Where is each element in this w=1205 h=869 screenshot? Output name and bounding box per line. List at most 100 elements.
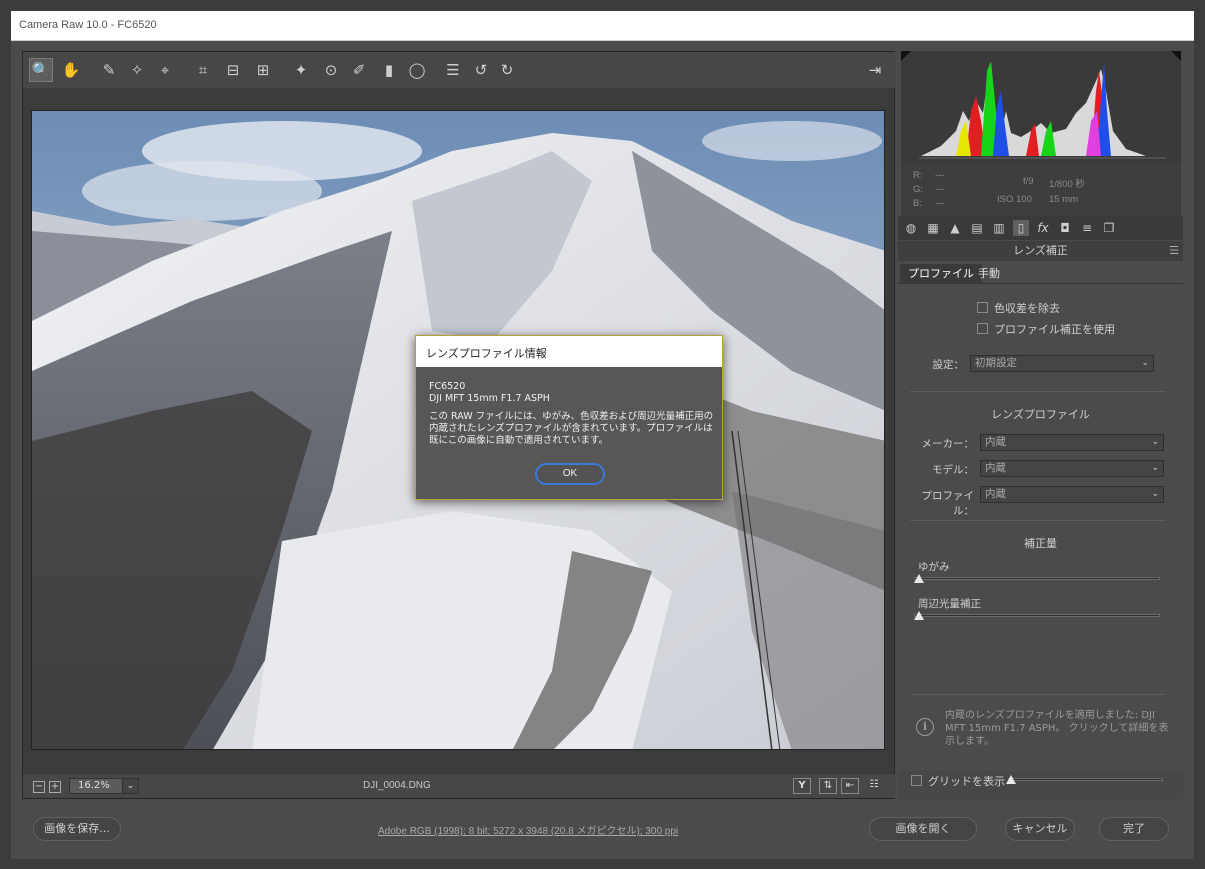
save-image-button[interactable]: 画像を保存... — [33, 817, 121, 841]
graduated-filter-icon[interactable]: ▮ — [377, 58, 401, 82]
profile-applied-note[interactable]: 内蔵のレンズプロファイルを適用しました: DJI MFT 15mm F1.7 A… — [945, 709, 1170, 748]
presets-tab-icon[interactable]: ≡ — [1079, 220, 1095, 236]
swap-settings-icon[interactable]: ⇅ — [819, 778, 837, 794]
panel-tabs: ◍ ▦ ▲ ▤ ▥ ▯ fx ◘ ≡ ❐ — [898, 216, 1183, 240]
preferences-icon[interactable]: ☰ — [441, 58, 465, 82]
checkbox-box — [977, 302, 988, 313]
shadow-clipping-icon — [901, 51, 911, 61]
done-button[interactable]: 完了 — [1099, 817, 1169, 841]
model-select[interactable]: 内蔵 ⌄ — [980, 460, 1164, 477]
use-profile-label: プロファイル補正を使用 — [994, 323, 1115, 336]
chevron-down-icon: ⌄ — [122, 779, 138, 793]
rotate-left-icon[interactable]: ↺ — [469, 58, 493, 82]
dialog-camera: FC6520 — [429, 381, 466, 392]
focal-length: 15 mm — [1049, 194, 1079, 205]
lens-subtabs: プロファイル 手動 — [898, 264, 1183, 284]
g-label: G: — [913, 184, 924, 195]
chevron-down-icon: ⌄ — [1151, 437, 1159, 447]
tab-manual[interactable]: 手動 — [970, 264, 1008, 284]
dialog-lens: DJI MFT 15mm F1.7 ASPH — [429, 393, 550, 404]
iso: ISO 100 — [997, 194, 1032, 205]
show-grid-checkbox[interactable]: グリッドを表示 — [911, 773, 1005, 789]
panel-menu-icon[interactable]: ☰ — [1169, 244, 1179, 257]
copy-settings-icon[interactable]: ⇤ — [841, 778, 859, 794]
vignetting-slider-track[interactable] — [914, 614, 1160, 617]
amount-heading: 補正量 — [1024, 537, 1057, 550]
image-bottom-bar: − + 16.2% ⌄ DJI_0004.DNG Y ⇅ ⇤ ☷ — [23, 774, 896, 798]
g-value: --- — [935, 184, 945, 195]
rotate-right-icon[interactable]: ↻ — [495, 58, 519, 82]
checkbox-box — [977, 323, 988, 334]
open-image-button[interactable]: 画像を開く — [869, 817, 977, 841]
white-balance-tool-icon[interactable]: ✎ — [97, 58, 121, 82]
chevron-down-icon: ⌄ — [1151, 463, 1159, 473]
vignetting-slider-thumb[interactable] — [914, 611, 924, 620]
effects-tab-icon[interactable]: fx — [1035, 220, 1051, 236]
zoom-level-select[interactable]: 16.2% ⌄ — [69, 778, 139, 794]
targeted-adjustment-tool-icon[interactable]: ⌖ — [153, 58, 177, 82]
chevron-down-icon: ⌄ — [1141, 358, 1149, 368]
profile-select[interactable]: 内蔵 ⌄ — [980, 486, 1164, 503]
distortion-slider-track[interactable] — [914, 577, 1160, 580]
before-after-view-icon[interactable]: Y — [793, 778, 811, 794]
title-bar: Camera Raw 10.0 - FC6520 — [11, 11, 1194, 41]
hand-tool-icon[interactable]: ✋ — [59, 58, 83, 82]
setup-select[interactable]: 初期設定 ⌄ — [970, 355, 1154, 372]
zoom-in-button[interactable]: + — [49, 781, 61, 793]
lens-profile-heading: レンズプロファイル — [991, 408, 1090, 421]
distortion-label: ゆがみ — [918, 561, 950, 573]
maker-label: メーカー： — [921, 438, 975, 450]
tone-curve-tab-icon[interactable]: ▦ — [925, 220, 941, 236]
b-value: --- — [935, 198, 945, 209]
hsl-tab-icon[interactable]: ▤ — [969, 220, 985, 236]
remove-ca-label: 色収差を除去 — [994, 302, 1060, 315]
grid-size-slider-thumb[interactable] — [1006, 775, 1016, 784]
lens-profile-info-dialog: レンズプロファイル情報 FC6520 DJI MFT 15mm F1.7 ASP… — [415, 335, 723, 500]
ok-button[interactable]: OK — [535, 463, 605, 485]
setup-label: 設定： — [932, 359, 965, 371]
transform-tool-icon[interactable]: ⊞ — [251, 58, 275, 82]
checkbox-box — [911, 775, 922, 786]
radial-filter-icon[interactable]: ◯ — [405, 58, 429, 82]
remove-ca-checkbox[interactable]: 色収差を除去 — [977, 300, 1060, 316]
divider — [910, 694, 1165, 695]
zoom-tool-icon[interactable]: 🔍 — [29, 58, 53, 82]
profile-label: プロファイル： — [921, 490, 975, 517]
image-info: R: --- G: --- B: --- f/9 1/800 秒 ISO 100… — [901, 164, 1181, 216]
maker-value: 内蔵 — [985, 436, 1006, 448]
dialog-message: この RAW ファイルには、ゆがみ、色収差および周辺光量補正用の内蔵されたレンズ… — [429, 411, 714, 446]
zoom-out-button[interactable]: − — [33, 781, 45, 793]
profile-value: 内蔵 — [985, 488, 1006, 500]
basic-tab-icon[interactable]: ◍ — [903, 220, 919, 236]
lens-corrections-tab-icon[interactable]: ▯ — [1013, 220, 1029, 236]
info-icon: i — [916, 718, 934, 736]
camera-calibration-tab-icon[interactable]: ◘ — [1057, 220, 1073, 236]
adjustment-brush-icon[interactable]: ✐ — [347, 58, 371, 82]
dialog-title: レンズプロファイル情報 — [416, 336, 722, 367]
toggle-settings-icon[interactable]: ☷ — [865, 778, 883, 794]
divider — [910, 520, 1165, 521]
aperture: f/9 — [1023, 176, 1034, 187]
straighten-tool-icon[interactable]: ⊟ — [221, 58, 245, 82]
red-eye-tool-icon[interactable]: ⊙ — [319, 58, 343, 82]
use-profile-checkbox[interactable]: プロファイル補正を使用 — [977, 321, 1115, 337]
workflow-options-link[interactable]: Adobe RGB (1998); 8 bit; 5272 x 3948 (20… — [378, 822, 678, 837]
export-icon[interactable]: ⇥ — [863, 58, 887, 82]
distortion-slider-thumb[interactable] — [914, 574, 924, 583]
model-label: モデル： — [932, 464, 974, 476]
vignetting-label: 周辺光量補正 — [918, 598, 981, 610]
maker-select[interactable]: 内蔵 ⌄ — [980, 434, 1164, 451]
dialog-body: FC6520 DJI MFT 15mm F1.7 ASPH この RAW ファイ… — [429, 381, 714, 447]
snapshots-tab-icon[interactable]: ❐ — [1101, 220, 1117, 236]
detail-tab-icon[interactable]: ▲ — [947, 220, 963, 236]
color-sampler-tool-icon[interactable]: ✧ — [125, 58, 149, 82]
r-label: R: — [913, 170, 923, 181]
filename: DJI_0004.DNG — [363, 780, 431, 791]
crop-tool-icon[interactable]: ⌗ — [191, 58, 215, 82]
window-title: Camera Raw 10.0 - FC6520 — [19, 19, 157, 31]
spot-removal-tool-icon[interactable]: ✦ — [289, 58, 313, 82]
grid-size-slider-track[interactable] — [1008, 778, 1163, 781]
cancel-button[interactable]: キャンセル — [1005, 817, 1075, 841]
split-toning-tab-icon[interactable]: ▥ — [991, 220, 1007, 236]
r-value: --- — [935, 170, 945, 181]
